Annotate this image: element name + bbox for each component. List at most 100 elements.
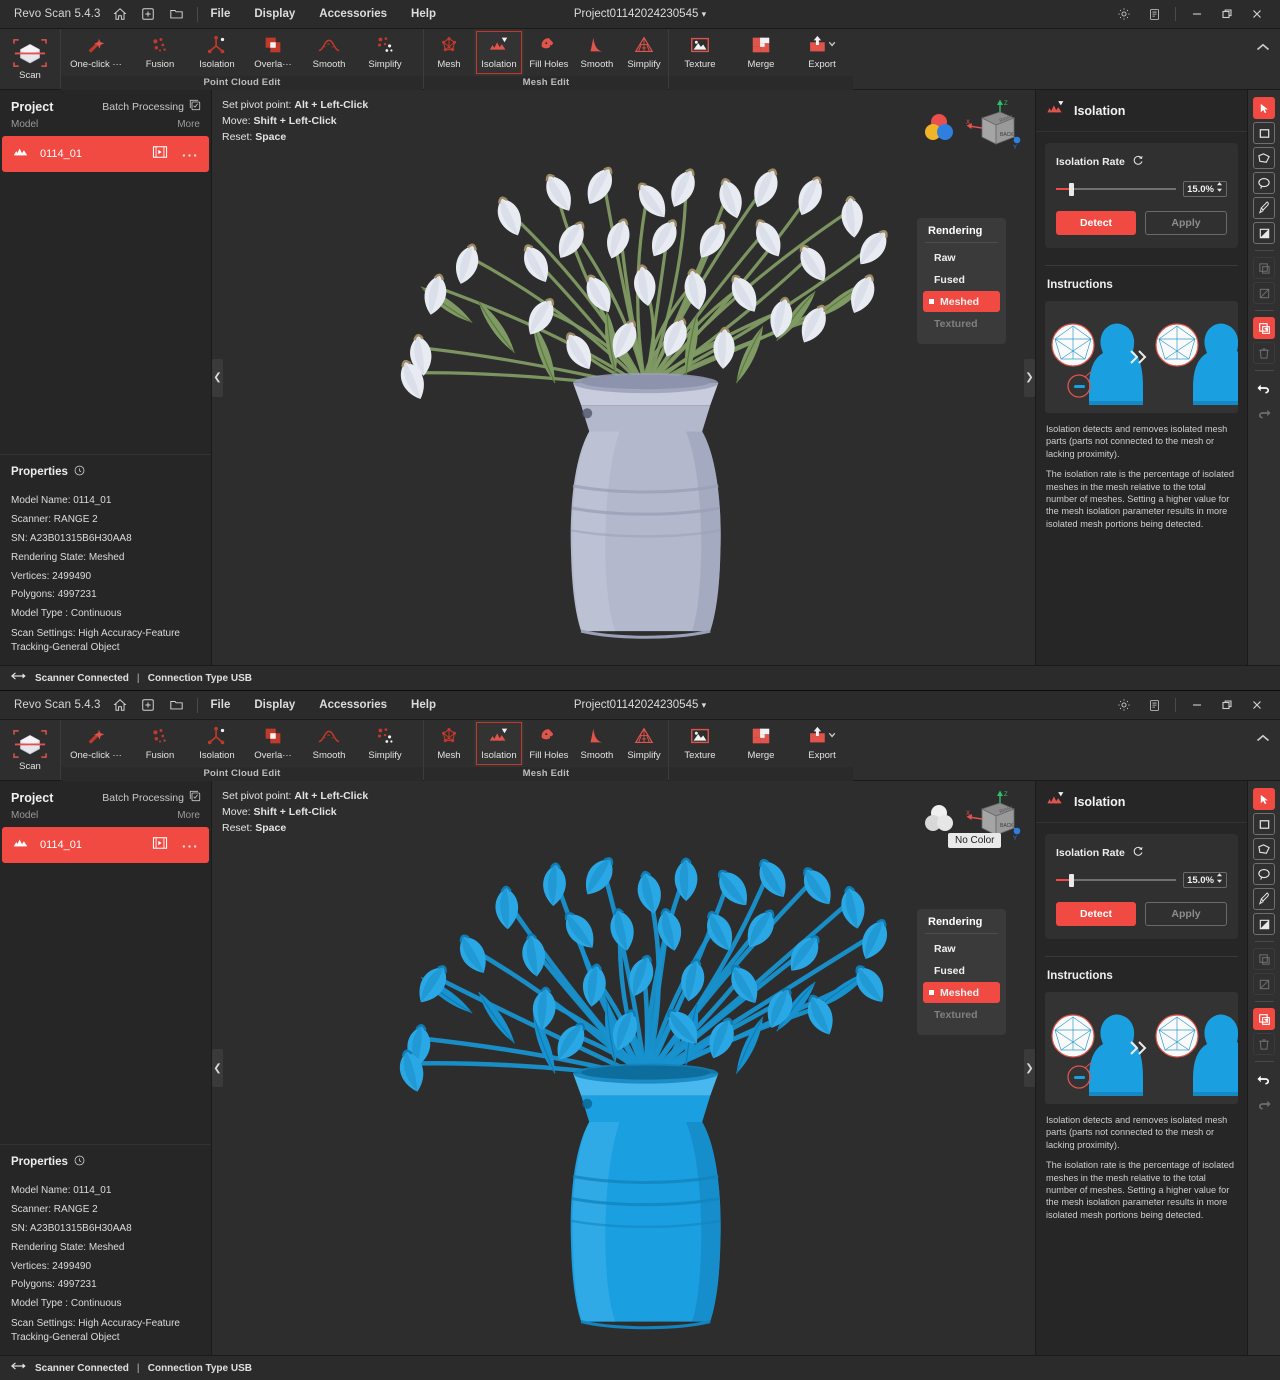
ribbon-fill-holes-button[interactable]: Fill Holes xyxy=(524,29,574,76)
isolation-rate-slider[interactable] xyxy=(1056,873,1176,887)
project-title-text[interactable]: Project01142024230545 xyxy=(574,8,698,20)
home-icon[interactable] xyxy=(113,7,128,22)
more-options-icon[interactable] xyxy=(182,836,197,854)
ribbon-merge-button[interactable]: Merge xyxy=(732,720,790,767)
list-item[interactable]: 0114_01 xyxy=(2,827,209,863)
invert-selection-icon[interactable] xyxy=(1253,222,1275,244)
isolation-rate-stepper[interactable]: 15.0% xyxy=(1183,181,1227,197)
brush-select-icon[interactable] xyxy=(1253,197,1275,219)
video-preview-icon[interactable] xyxy=(152,836,168,855)
brush-select-icon[interactable] xyxy=(1253,888,1275,910)
info-icon[interactable] xyxy=(74,463,85,481)
open-folder-icon[interactable] xyxy=(169,7,184,22)
collapse-right-panel-button[interactable]: ❯ xyxy=(1024,1049,1035,1087)
navigation-gizmo[interactable]: RIGHT BACK Z X Y No Color xyxy=(922,98,1022,160)
ribbon-mesh-smooth-button[interactable]: Smooth xyxy=(574,29,620,76)
ribbon-texture-button[interactable]: Texture xyxy=(669,29,731,76)
invert-selection-icon[interactable] xyxy=(1253,913,1275,935)
more-options-icon[interactable] xyxy=(182,145,197,163)
menu-accessories[interactable]: Accessories xyxy=(319,8,387,20)
stepper-arrows-icon[interactable] xyxy=(1216,871,1223,889)
ribbon-scan-button[interactable]: Scan xyxy=(0,720,60,780)
notes-icon[interactable] xyxy=(1139,691,1169,719)
polygon-select-icon[interactable] xyxy=(1253,838,1275,860)
ribbon-mesh-isolation-button[interactable]: Isolation xyxy=(474,29,524,76)
menu-help[interactable]: Help xyxy=(411,8,436,20)
ribbon-pc-simplify-button[interactable]: Simplify xyxy=(357,720,413,767)
slider-knob[interactable] xyxy=(1069,874,1074,887)
restore-icon[interactable] xyxy=(1212,691,1242,719)
ribbon-pc-smooth-button[interactable]: Smooth xyxy=(301,29,357,76)
ribbon-merge-button[interactable]: Merge xyxy=(732,29,790,76)
rendering-option-meshed[interactable]: Meshed xyxy=(923,291,1000,312)
ribbon-mesh-button[interactable]: Mesh xyxy=(424,720,474,767)
ribbon-mesh-simplify-button[interactable]: Simplify xyxy=(620,29,668,76)
select-cursor-icon[interactable] xyxy=(1253,97,1275,119)
ribbon-mesh-isolation-button[interactable]: Isolation xyxy=(474,720,524,767)
info-icon[interactable] xyxy=(74,1153,85,1171)
column-more[interactable]: More xyxy=(177,810,200,821)
menu-display[interactable]: Display xyxy=(254,8,295,20)
3d-viewport[interactable]: Set pivot point: Alt + Left-Click Move: … xyxy=(212,90,1035,665)
menu-file[interactable]: File xyxy=(211,8,231,20)
ribbon-fill-holes-button[interactable]: Fill Holes xyxy=(524,720,574,767)
stepper-arrows-icon[interactable] xyxy=(1216,180,1223,198)
rendering-option-fused[interactable]: Fused xyxy=(923,960,1000,981)
ribbon-pc-isolation-button[interactable]: Isolation xyxy=(189,29,245,76)
rectangle-select-icon[interactable] xyxy=(1253,122,1275,144)
slider-knob[interactable] xyxy=(1069,183,1074,196)
close-icon[interactable] xyxy=(1242,691,1272,719)
detect-button[interactable]: Detect xyxy=(1056,902,1136,926)
settings-gear-icon[interactable] xyxy=(1109,0,1139,28)
ribbon-mesh-simplify-button[interactable]: Simplify xyxy=(620,720,668,767)
menu-display[interactable]: Display xyxy=(254,699,295,711)
menu-file[interactable]: File xyxy=(211,699,231,711)
list-item[interactable]: 0114_01 xyxy=(2,136,209,172)
rendering-option-raw[interactable]: Raw xyxy=(923,247,1000,268)
ribbon-fusion-button[interactable]: Fusion xyxy=(132,29,188,76)
open-folder-icon[interactable] xyxy=(169,698,184,713)
isolation-rate-stepper[interactable]: 15.0% xyxy=(1183,872,1227,888)
ribbon-fusion-button[interactable]: Fusion xyxy=(132,720,188,767)
ribbon-mesh-smooth-button[interactable]: Smooth xyxy=(574,720,620,767)
polygon-select-icon[interactable] xyxy=(1253,147,1275,169)
collapse-left-panel-button[interactable]: ❮ xyxy=(212,1049,223,1087)
chevron-up-icon[interactable] xyxy=(1246,29,1280,89)
navigation-gizmo[interactable]: RIGHT BACK Z X Y No Color xyxy=(922,789,1022,851)
column-more[interactable]: More xyxy=(177,119,200,130)
new-project-icon[interactable] xyxy=(141,7,156,22)
ribbon-overlap-button[interactable]: Overla··· xyxy=(245,29,301,76)
rectangle-select-icon[interactable] xyxy=(1253,813,1275,835)
ribbon-one-click-button[interactable]: One-click ··· xyxy=(61,29,131,76)
project-title-text[interactable]: Project01142024230545 xyxy=(574,699,698,711)
collapse-right-panel-button[interactable]: ❯ xyxy=(1024,359,1035,397)
isolation-rate-slider[interactable] xyxy=(1056,182,1176,196)
3d-viewport[interactable]: Set pivot point: Alt + Left-Click Move: … xyxy=(212,781,1035,1355)
ribbon-pc-isolation-button[interactable]: Isolation xyxy=(189,720,245,767)
undo-icon[interactable] xyxy=(1253,1068,1275,1090)
rendering-option-meshed[interactable]: Meshed xyxy=(923,982,1000,1003)
ribbon-pc-simplify-button[interactable]: Simplify xyxy=(357,29,413,76)
ribbon-mesh-button[interactable]: Mesh xyxy=(424,29,474,76)
new-project-icon[interactable] xyxy=(141,698,156,713)
ribbon-texture-button[interactable]: Texture xyxy=(669,720,731,767)
collapse-left-panel-button[interactable]: ❮ xyxy=(212,359,223,397)
ribbon-overlap-button[interactable]: Overla··· xyxy=(245,720,301,767)
lasso-select-icon[interactable] xyxy=(1253,172,1275,194)
rendering-option-raw[interactable]: Raw xyxy=(923,938,1000,959)
select-cursor-icon[interactable] xyxy=(1253,788,1275,810)
menu-help[interactable]: Help xyxy=(411,699,436,711)
undo-icon[interactable] xyxy=(1253,377,1275,399)
delete-selection-icon[interactable] xyxy=(1253,317,1275,339)
rendering-option-fused[interactable]: Fused xyxy=(923,269,1000,290)
close-icon[interactable] xyxy=(1242,0,1272,28)
settings-gear-icon[interactable] xyxy=(1109,691,1139,719)
chevron-up-icon[interactable] xyxy=(1246,720,1280,780)
ribbon-export-button[interactable]: Export xyxy=(791,720,853,767)
delete-selection-icon[interactable] xyxy=(1253,1008,1275,1030)
batch-processing-button[interactable]: Batch Processing xyxy=(102,790,201,805)
video-preview-icon[interactable] xyxy=(152,145,168,164)
detect-button[interactable]: Detect xyxy=(1056,211,1136,235)
refresh-icon[interactable] xyxy=(1132,845,1144,860)
ribbon-scan-button[interactable]: Scan xyxy=(0,29,60,89)
